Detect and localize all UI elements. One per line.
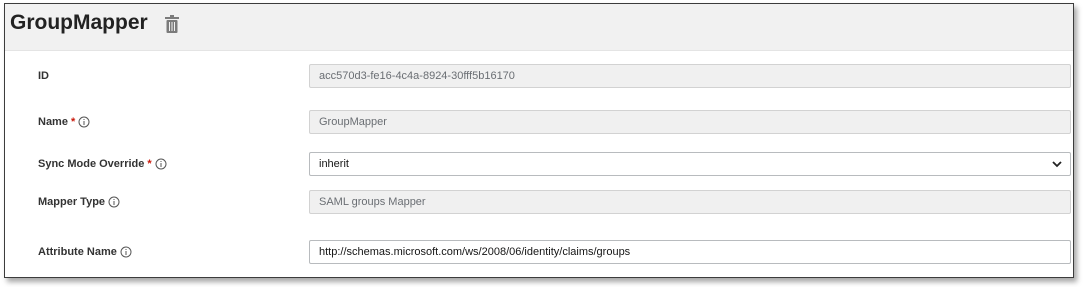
id-field: acc570d3-fe16-4c4a-8924-30fff5b16170 xyxy=(309,64,1071,88)
sync-mode-select[interactable]: inherit xyxy=(309,152,1071,176)
sync-mode-label-text: Sync Mode Override xyxy=(38,158,145,170)
attribute-name-row: Attribute Name http://schemas.microsoft.… xyxy=(5,240,1073,272)
id-value: acc570d3-fe16-4c4a-8924-30fff5b16170 xyxy=(319,70,515,82)
info-icon[interactable] xyxy=(78,116,90,128)
mapper-details-panel: GroupMapper ID acc570d3-fe16-4c4a-8924-3… xyxy=(4,3,1074,278)
name-label: Name * xyxy=(38,116,90,128)
attribute-name-value: http://schemas.microsoft.com/ws/2008/06/… xyxy=(319,246,631,258)
mapper-type-label: Mapper Type xyxy=(38,196,120,208)
sync-mode-row: Sync Mode Override * inherit xyxy=(5,152,1073,184)
required-marker: * xyxy=(70,116,76,128)
mapper-type-row: Mapper Type SAML groups Mapper xyxy=(5,190,1073,222)
chevron-down-icon xyxy=(1052,161,1062,168)
name-label-text: Name xyxy=(38,116,68,128)
attribute-name-label-text: Attribute Name xyxy=(38,246,117,258)
mapper-type-value: SAML groups Mapper xyxy=(319,196,426,208)
required-marker: * xyxy=(147,158,152,170)
attribute-name-label: Attribute Name xyxy=(38,246,132,258)
panel-header: GroupMapper xyxy=(5,4,1073,51)
attribute-name-input[interactable]: http://schemas.microsoft.com/ws/2008/06/… xyxy=(309,240,1071,264)
sync-mode-label: Sync Mode Override * xyxy=(38,158,167,170)
mapper-type-field: SAML groups Mapper xyxy=(309,190,1071,214)
trash-icon[interactable] xyxy=(165,15,179,33)
mapper-type-label-text: Mapper Type xyxy=(38,196,106,208)
id-label-text: ID xyxy=(38,70,49,82)
info-icon[interactable] xyxy=(108,196,120,208)
name-value: GroupMapper xyxy=(319,116,387,128)
name-field: GroupMapper xyxy=(309,110,1071,134)
name-row: Name * GroupMapper xyxy=(5,110,1073,142)
id-row: ID acc570d3-fe16-4c4a-8924-30fff5b16170 xyxy=(5,64,1073,96)
page-title: GroupMapper xyxy=(10,11,148,34)
id-label: ID xyxy=(38,70,49,82)
sync-mode-value: inherit xyxy=(319,158,349,170)
info-icon[interactable] xyxy=(155,158,167,170)
info-icon[interactable] xyxy=(120,246,132,258)
